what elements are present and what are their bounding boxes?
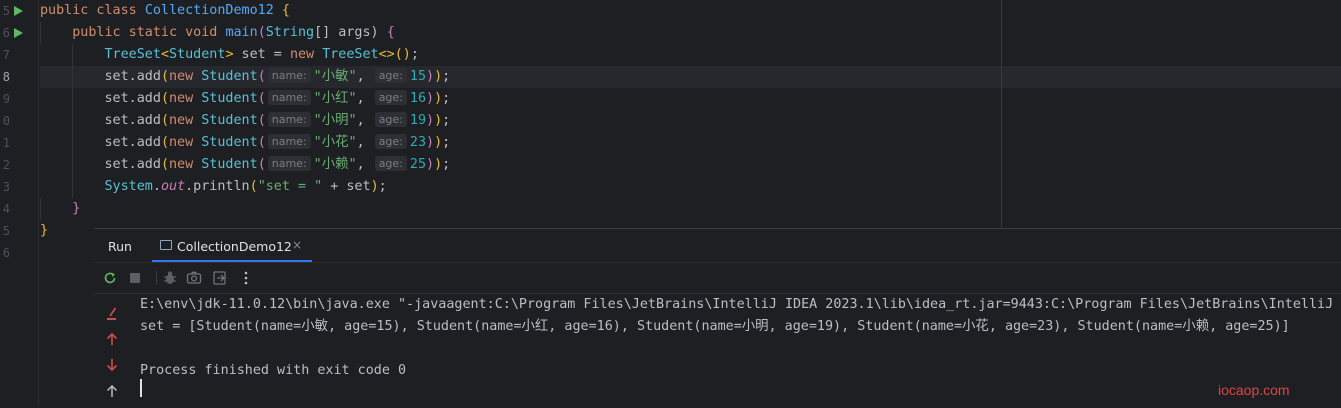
- code-line: set.add(new Student(name: "小明", age: 19));: [40, 110, 1341, 132]
- line-number: 5: [2, 4, 10, 18]
- line-number: 4: [2, 202, 10, 216]
- run-class-gutter-icon[interactable]: [14, 6, 23, 16]
- stop-icon[interactable]: [126, 269, 144, 287]
- code-line-current: set.add(new Student(name: "小敏", age: 15));: [40, 66, 1341, 88]
- clear-console-icon[interactable]: [103, 305, 121, 323]
- console-exit-line: Process finished with exit code 0: [140, 363, 407, 378]
- line-number-gutter: 5 6 7 8 9 0 1 2 3 4 5 6: [0, 0, 39, 407]
- parameter-hint: name:: [267, 134, 311, 149]
- toolbar-separator: [156, 271, 157, 285]
- code-line: public static void main(String[] args) {: [40, 22, 1341, 44]
- code-line: TreeSet<Student> set = new TreeSet<>();: [40, 44, 1341, 66]
- more-options-icon[interactable]: [237, 269, 255, 287]
- line-number: 6: [2, 246, 10, 260]
- console-command-line: E:\env\jdk-11.0.12\bin\java.exe "-javaag…: [140, 297, 1334, 312]
- line-number: 9: [2, 92, 10, 106]
- code-line: set.add(new Student(name: "小红", age: 16));: [40, 88, 1341, 110]
- watermark: iocaop.com: [1218, 382, 1290, 398]
- rerun-icon[interactable]: [101, 269, 119, 287]
- console-output-line: set = [Student(name=小敏, age=15), Student…: [140, 319, 1290, 334]
- line-number: 0: [2, 114, 10, 128]
- parameter-hint: age:: [374, 90, 407, 105]
- run-tool-window-header: Run CollectionDemo12 ×: [94, 229, 1341, 263]
- run-tool-window: Run CollectionDemo12 × E:\env\jdk-11.0.1…: [94, 228, 1341, 408]
- code-line: set.add(new Student(name: "小花", age: 23));: [40, 132, 1341, 154]
- parameter-hint: age:: [374, 134, 407, 149]
- debug-icon[interactable]: [161, 269, 179, 287]
- scroll-down-icon[interactable]: [103, 356, 121, 374]
- console-output[interactable]: E:\env\jdk-11.0.12\bin\java.exe "-javaag…: [140, 294, 1341, 408]
- line-number: 1: [2, 136, 10, 150]
- code-line: }: [40, 198, 1341, 220]
- run-config-tab[interactable]: CollectionDemo12 ×: [152, 229, 312, 262]
- line-number: 7: [2, 48, 10, 62]
- parameter-hint: name:: [267, 156, 311, 171]
- exit-icon[interactable]: [211, 269, 229, 287]
- code-line: public class CollectionDemo12 {: [40, 3, 290, 18]
- run-main-gutter-icon[interactable]: [14, 28, 23, 38]
- code-line: System.out.println("set = " + set);: [40, 176, 1341, 198]
- line-number: 6: [2, 26, 10, 40]
- parameter-hint: name:: [267, 68, 311, 83]
- run-toolbar: [94, 263, 1341, 294]
- camera-icon[interactable]: [185, 269, 203, 287]
- parameter-hint: name:: [267, 90, 311, 105]
- parameter-hint: name:: [267, 112, 311, 127]
- line-number: 3: [2, 180, 10, 194]
- close-tab-icon[interactable]: ×: [292, 238, 302, 252]
- parameter-hint: age:: [374, 112, 407, 127]
- console-side-toolbar: [94, 294, 128, 408]
- code-line: set.add(new Student(name: "小赖", age: 25));: [40, 154, 1341, 176]
- line-number: 2: [2, 158, 10, 172]
- console-icon: [160, 240, 172, 250]
- line-number: 8: [2, 70, 10, 84]
- scroll-to-end-icon[interactable]: [103, 382, 121, 400]
- parameter-hint: age:: [374, 68, 407, 83]
- console-caret: [140, 379, 142, 397]
- parameter-hint: age:: [374, 156, 407, 171]
- run-config-tab-label: CollectionDemo12: [177, 239, 292, 254]
- run-tool-window-title: Run: [108, 239, 132, 254]
- line-number: 5: [2, 224, 10, 238]
- right-margin-guide: [1001, 0, 1002, 228]
- scroll-up-icon[interactable]: [103, 330, 121, 348]
